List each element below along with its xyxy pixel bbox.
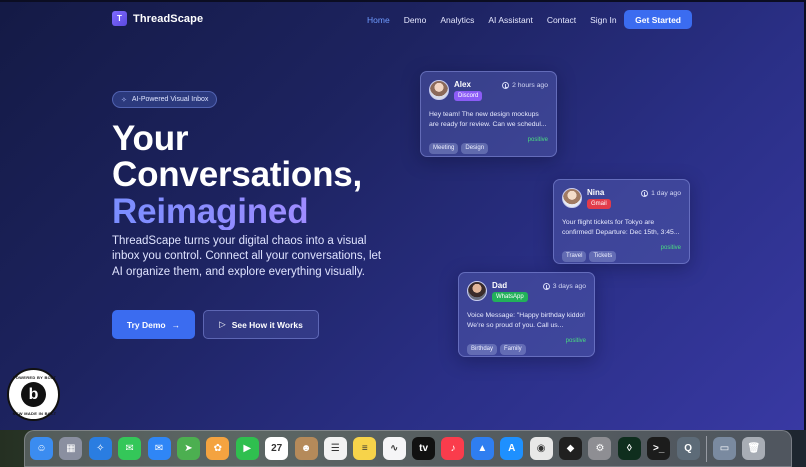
cube-app-icon[interactable]: ◆ <box>559 437 583 460</box>
headline-line-2: Conversations, <box>112 155 363 195</box>
bolt-logo-icon: b <box>21 382 46 407</box>
music-icon[interactable]: ♪ <box>441 437 465 460</box>
timestamp: 1 day ago <box>641 190 681 197</box>
hero-subtext: ThreadScape turns your digital chaos int… <box>112 235 382 278</box>
downloads-stack-icon[interactable]: ▭ <box>712 437 736 460</box>
freeform-icon[interactable]: ∿ <box>382 437 406 460</box>
trash-icon[interactable]: 🗑 <box>742 437 766 460</box>
message-card[interactable]: Nina Gmail 1 day ago Your flight tickets… <box>553 179 690 264</box>
tag[interactable]: Design <box>461 143 489 155</box>
mail-icon[interactable]: ✉ <box>147 437 171 460</box>
timestamp: 2 hours ago <box>502 82 548 89</box>
message-card[interactable]: Dad WhatsApp 3 days ago Voice Message: "… <box>458 272 595 357</box>
card-footer: Travel Tickets positive <box>562 244 681 263</box>
see-how-it-works-button[interactable]: ▷ See How it Works <box>203 310 319 339</box>
keynote-icon[interactable]: ▲ <box>470 437 494 460</box>
card-footer: Meeting Design positive <box>429 136 548 155</box>
source-badge: WhatsApp <box>492 292 528 302</box>
arrow-right-icon: → <box>171 319 181 330</box>
tag[interactable]: Family <box>500 344 526 356</box>
app-store-icon[interactable]: A <box>500 437 524 460</box>
browser-viewport: T ThreadScape Home Demo Analytics AI Ass… <box>0 0 806 467</box>
finder-icon[interactable]: ☺ <box>30 437 53 460</box>
message-preview: Hey team! The new design mockups are rea… <box>429 111 547 129</box>
contacts-icon[interactable]: ☻ <box>294 437 318 460</box>
clock-icon <box>542 283 550 290</box>
source-badge: Gmail <box>587 199 611 209</box>
terminal-icon[interactable]: >_ <box>647 437 671 460</box>
window-top-edge <box>0 0 806 2</box>
notes-icon[interactable]: ≡ <box>353 437 377 460</box>
nav-link-sign-in[interactable]: Sign In <box>590 15 616 25</box>
try-demo-label: Try Demo <box>126 319 166 330</box>
brand-logo-icon: T <box>112 11 127 26</box>
sentiment-label: positive <box>660 245 681 252</box>
clock-icon <box>641 190 649 197</box>
time-label: 3 days ago <box>552 283 586 290</box>
source-badge: Discord <box>454 91 483 101</box>
nav-links: Home Demo Analytics AI Assistant Contact… <box>367 15 631 25</box>
sender-name: Alex <box>454 80 471 89</box>
time-label: 1 day ago <box>651 190 681 197</box>
system-settings-icon[interactable]: ⚙ <box>588 437 612 460</box>
card-header: Dad WhatsApp 3 days ago <box>467 281 586 307</box>
pill-label: AI-Powered Visual Inbox <box>131 96 209 103</box>
sender-name: Dad <box>492 281 508 290</box>
nav-link-demo[interactable]: Demo <box>404 15 427 25</box>
tag[interactable]: Meeting <box>429 143 459 155</box>
card-header: Alex Discord 2 hours ago <box>429 80 548 106</box>
try-demo-button[interactable]: Try Demo → <box>112 310 195 339</box>
message-preview: Voice Message: "Happy birthday kiddo! We… <box>467 312 586 330</box>
powered-by-bolt-badge[interactable]: POWERED BY BOLT b NEW MADE IN BOLT <box>7 368 60 421</box>
nav-link-contact[interactable]: Contact <box>547 15 576 25</box>
play-icon: ▷ <box>219 319 226 329</box>
chrome-icon[interactable]: ◉ <box>529 437 553 460</box>
tag[interactable]: Tickets <box>589 251 617 263</box>
mongodb-compass-icon[interactable]: ◊ <box>617 437 641 460</box>
card-header: Nina Gmail 1 day ago <box>562 188 681 214</box>
badge-text-bottom: NEW MADE IN BOLT <box>12 411 57 416</box>
safari-icon[interactable]: ✧ <box>88 437 112 460</box>
tag[interactable]: Birthday <box>467 344 498 356</box>
dock-separator <box>705 435 707 462</box>
ai-feature-pill: ✧ AI-Powered Visual Inbox <box>112 91 218 108</box>
calendar-icon[interactable]: 27 <box>265 437 289 460</box>
hero-headline: Your Conversations, Reimagined <box>112 119 412 230</box>
nav-link-home[interactable]: Home <box>367 15 390 25</box>
headline-line-3: Reimagined <box>112 193 412 230</box>
avatar <box>562 188 582 208</box>
nav-link-ai-assistant[interactable]: AI Assistant <box>488 15 532 25</box>
message-card[interactable]: Alex Discord 2 hours ago Hey team! The n… <box>420 71 557 157</box>
brand-name: ThreadScape <box>133 12 204 25</box>
timestamp: 3 days ago <box>542 283 586 290</box>
reminders-icon[interactable]: ☰ <box>323 437 347 460</box>
avatar <box>429 80 449 100</box>
photos-icon[interactable]: ✿ <box>206 437 230 460</box>
headline-line-1: Your <box>112 119 189 158</box>
launchpad-icon[interactable]: ▦ <box>59 437 83 460</box>
facetime-icon[interactable]: ▶ <box>235 437 259 460</box>
brand[interactable]: T ThreadScape <box>112 11 203 26</box>
sender-name: Nina <box>587 188 605 197</box>
avatar <box>467 281 487 301</box>
macos-dock: ☺ ▦ ✧ ✉ ✉ ➤ ✿ ▶ 27 ☻ ☰ ≡ ∿ tv ♪ ▲ A ◉ ◆ ⚙ ◊ >_ Q ▭ 🗑 <box>24 430 792 467</box>
tag[interactable]: Travel <box>562 251 587 263</box>
time-label: 2 hours ago <box>512 82 548 89</box>
see-how-label: See How it Works <box>231 319 303 330</box>
clock-icon <box>502 82 510 89</box>
sparkle-icon: ✧ <box>121 96 127 104</box>
quicktime-icon[interactable]: Q <box>676 437 700 460</box>
card-footer: Birthday Family positive <box>467 337 586 356</box>
sentiment-label: positive <box>527 137 548 144</box>
top-navigation: T ThreadScape Home Demo Analytics AI Ass… <box>112 10 692 32</box>
sentiment-label: positive <box>565 338 586 345</box>
badge-text-top: POWERED BY BOLT <box>12 375 57 380</box>
messages-icon[interactable]: ✉ <box>118 437 142 460</box>
get-started-button[interactable]: Get Started <box>624 10 692 29</box>
apple-tv-icon[interactable]: tv <box>412 437 436 460</box>
message-preview: Your flight tickets for Tokyo are confir… <box>562 219 680 237</box>
nav-link-analytics[interactable]: Analytics <box>440 15 474 25</box>
maps-icon[interactable]: ➤ <box>176 437 200 460</box>
